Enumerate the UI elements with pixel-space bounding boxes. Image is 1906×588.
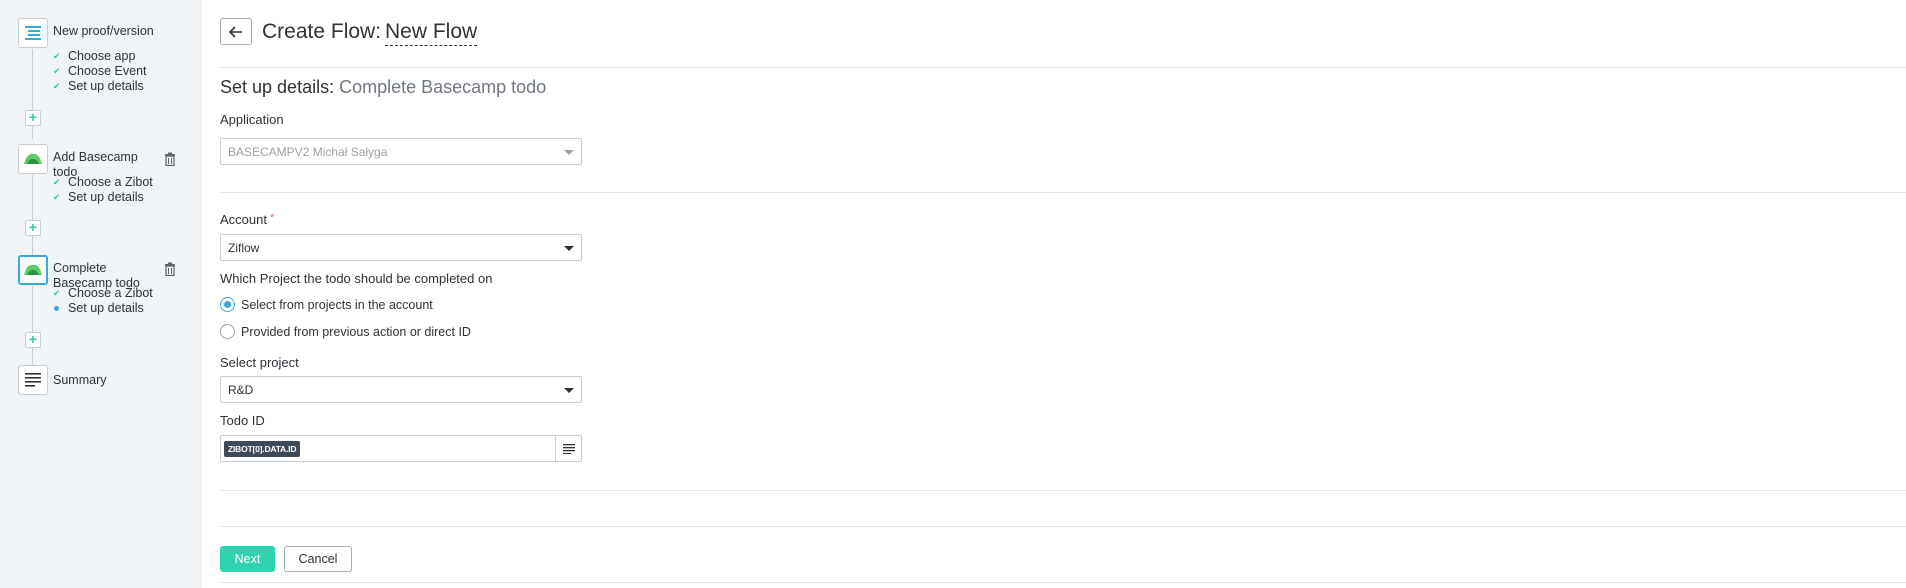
add-step-button[interactable]: + [25, 220, 41, 236]
current-dot-icon [53, 306, 62, 311]
divider [220, 67, 1906, 68]
divider [220, 526, 1906, 527]
step-title: New proof/version [53, 24, 154, 38]
flow-steps-sidebar: New proof/version ✔ Choose app ✔ Choose Ev… [0, 0, 202, 588]
radio-button[interactable] [220, 324, 235, 339]
back-button[interactable] [220, 18, 252, 45]
select-project-label: Select project [220, 355, 299, 370]
cancel-button[interactable]: Cancel [284, 546, 352, 572]
connector-line [32, 175, 33, 255]
divider [220, 582, 1906, 583]
basecamp-icon [18, 144, 48, 174]
check-icon: ✔ [53, 66, 61, 76]
radio-button-selected[interactable] [220, 297, 235, 312]
substep-label: Choose a Zibot [68, 286, 153, 300]
section-title: Set up details: Complete Basecamp todo [220, 77, 546, 98]
chevron-down-icon [564, 246, 574, 251]
project-question-label: Which Project the todo should be complet… [220, 271, 493, 286]
divider [220, 490, 1906, 491]
connector-line [32, 286, 33, 366]
chevron-down-icon [564, 150, 574, 155]
substep-list: ✔ Choose a Zibot Set up details [53, 286, 153, 316]
account-label-text: Account [220, 212, 267, 227]
page-title: Create Flow: [262, 20, 382, 43]
list-icon [18, 18, 48, 48]
chevron-down-icon [564, 388, 574, 393]
substep-choose-app[interactable]: ✔ Choose app [53, 49, 147, 64]
todo-id-label: Todo ID [220, 413, 265, 428]
trash-icon[interactable] [164, 262, 176, 276]
trash-icon[interactable] [164, 152, 176, 166]
next-button[interactable]: Next [220, 546, 275, 572]
substep-list: ✔ Choose app ✔ Choose Event ✔ Set up detail… [53, 49, 147, 94]
substep-choose-zibot[interactable]: ✔ Choose a Zibot [53, 286, 153, 301]
project-select[interactable]: R&D [220, 376, 582, 403]
section-subtitle: Complete Basecamp todo [339, 77, 547, 97]
radio-label: Select from projects in the account [241, 297, 433, 312]
variable-token[interactable]: ZIBOT[0].DATA.ID [224, 440, 301, 457]
application-value: BASECAMPV2 Michał Sałyga [228, 144, 388, 159]
check-icon: ✔ [53, 288, 61, 298]
substep-label: Set up details [68, 79, 144, 93]
radio-select-from-projects[interactable]: Select from projects in the account [220, 297, 433, 312]
section-title-label: Set up details: [220, 77, 335, 97]
step-title: Summary [53, 373, 107, 387]
account-label: Account * [220, 212, 274, 227]
account-value: Ziflow [228, 240, 260, 255]
arrow-left-icon [229, 25, 242, 38]
todo-id-input[interactable]: ZIBOT[0].DATA.ID [221, 436, 555, 461]
summary-icon [18, 365, 48, 395]
substep-label: Set up details [68, 190, 144, 204]
basecamp-icon [18, 255, 48, 285]
required-marker: * [269, 212, 275, 224]
check-icon: ✔ [53, 81, 61, 91]
check-icon: ✔ [53, 192, 61, 202]
substep-set-up-details-current[interactable]: Set up details [53, 301, 153, 316]
substep-set-up-details[interactable]: ✔ Set up details [53, 79, 147, 94]
add-step-button[interactable]: + [25, 332, 41, 348]
text-lines-icon [562, 443, 575, 454]
application-label: Application [220, 112, 284, 127]
substep-label: Choose app [68, 49, 136, 63]
project-value: R&D [228, 382, 254, 397]
substep-choose-zibot[interactable]: ✔ Choose a Zibot [53, 175, 153, 190]
account-select[interactable]: Ziflow [220, 234, 582, 261]
substep-label: Choose Event [68, 64, 147, 78]
insert-variable-button[interactable] [555, 436, 581, 461]
todo-id-field: ZIBOT[0].DATA.ID [220, 435, 582, 462]
substep-label: Choose a Zibot [68, 175, 153, 189]
add-step-button[interactable]: + [25, 110, 41, 126]
application-select: BASECAMPV2 Michał Sałyga [220, 138, 582, 165]
check-icon: ✔ [53, 177, 61, 187]
radio-label: Provided from previous action or direct … [241, 324, 471, 339]
divider [220, 192, 1906, 193]
flow-name-editable[interactable]: New Flow [385, 20, 478, 46]
check-icon: ✔ [53, 51, 61, 61]
substep-set-up-details[interactable]: ✔ Set up details [53, 190, 153, 205]
radio-provided-from-previous[interactable]: Provided from previous action or direct … [220, 324, 471, 339]
substep-label: Set up details [68, 301, 144, 315]
main-content: Create Flow: New Flow Set up details: Co… [202, 0, 1906, 588]
substep-list: ✔ Choose a Zibot ✔ Set up details [53, 175, 153, 205]
substep-choose-event[interactable]: ✔ Choose Event [53, 64, 147, 79]
